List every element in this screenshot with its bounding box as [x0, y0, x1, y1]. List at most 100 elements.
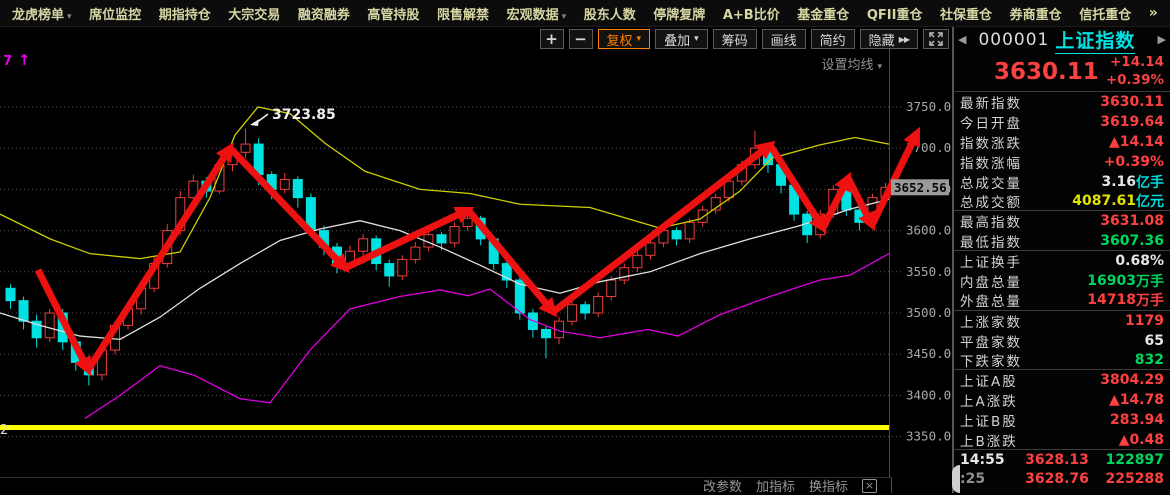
menu-item[interactable]: 高管持股 — [367, 4, 419, 23]
switch-indicator-button[interactable]: 换指标 — [809, 476, 848, 495]
overlay-button[interactable]: 叠加 ▾ — [655, 29, 708, 49]
ma-settings-button[interactable]: 设置均线 ▾ — [821, 54, 882, 73]
stat-row: 最高指数3631.08 — [954, 211, 1170, 231]
last-price: 3630.11 — [994, 59, 1099, 85]
stat-label: 最高指数 — [960, 211, 1022, 231]
menu-item[interactable]: A+B比价 — [723, 4, 780, 23]
stat-row: 最新指数3630.11 — [954, 92, 1170, 112]
svg-text:3652.56: 3652.56 — [894, 180, 947, 195]
chart-bottom-bar: 改参数 加指标 换指标 × — [0, 477, 891, 493]
tick-t: :25 — [960, 471, 1012, 487]
stat-row: 指数涨跌 ▲14.14 — [954, 132, 1170, 152]
prev-stock-arrow[interactable]: ◀ — [958, 33, 966, 46]
collapse-panel-tab[interactable] — [952, 465, 960, 493]
stat-row: 上证A股3804.29 — [954, 370, 1170, 390]
tick-v: 122897 — [1102, 452, 1164, 468]
menu-item[interactable]: 基金重仓 — [797, 4, 849, 23]
up-arrow-icon: ↑ — [18, 51, 31, 69]
hide-button[interactable]: 隐藏 ▶▶ — [860, 29, 918, 49]
svg-text:3350.00: 3350.00 — [906, 429, 952, 444]
stat-value: 3804.29 — [1100, 372, 1164, 388]
tick-p: 3628.13 — [1012, 452, 1102, 468]
fullscreen-button[interactable] — [923, 29, 949, 49]
menu-more-button[interactable]: » — [1149, 5, 1158, 21]
menu-item[interactable]: 限售解禁 — [437, 4, 489, 23]
price-change: +14.14 — [1110, 54, 1164, 72]
zoom-out-button[interactable]: − — [569, 29, 593, 49]
menu-item[interactable]: QFII重仓 — [867, 4, 923, 23]
quote-price-block: 3630.11 +14.14 +0.39% — [954, 52, 1170, 92]
svg-text:3600.00: 3600.00 — [906, 223, 952, 238]
stat-label: 指数涨跌 — [960, 132, 1022, 152]
ma-indicator-legend: 7↑ — [3, 51, 31, 69]
candlestick-chart[interactable]: 3750.003700.003650.003600.003550.003500.… — [0, 49, 952, 477]
stat-value: ▲14.14 — [1109, 134, 1164, 150]
tick-row: 14:553628.13122897 — [954, 450, 1170, 469]
stat-value: 1179 — [1125, 313, 1164, 329]
menu-item[interactable]: 期指持仓 — [159, 4, 211, 23]
stat-unit: 万手 — [1136, 271, 1164, 291]
draw-line-button[interactable]: 画线 — [762, 29, 806, 49]
main-area: + − 复权 ▾ 叠加 ▾ 筹码 画线 简约 隐藏 ▶▶ — [0, 27, 1170, 493]
menu-item[interactable]: 券商重仓 — [1010, 4, 1062, 23]
axis-line-extension — [891, 477, 892, 493]
chevron-down-icon: ▾ — [67, 12, 72, 22]
peak-annotation: 3723.85 — [272, 107, 336, 123]
tick-t: 14:55 — [960, 452, 1012, 468]
menu-item[interactable]: 信托重仓 — [1079, 4, 1131, 23]
chart-toolbar: + − 复权 ▾ 叠加 ▾ 筹码 画线 简约 隐藏 ▶▶ — [540, 29, 949, 49]
stat-label: 上涨家数 — [960, 311, 1022, 331]
adjust-price-label: 复权 — [607, 30, 633, 49]
stat-value: 4087.61 — [1072, 193, 1136, 209]
menu-item[interactable]: 社保重仓 — [940, 4, 992, 23]
stat-value: 3.16 — [1101, 174, 1136, 190]
svg-text:3550.00: 3550.00 — [906, 264, 952, 279]
stat-label: 总成交量 — [960, 172, 1022, 192]
menu-item[interactable]: 股东人数 — [584, 4, 636, 23]
stat-value: 16903 — [1087, 273, 1136, 289]
stat-label: 下跌家数 — [960, 350, 1022, 370]
menu-item[interactable]: 停牌复牌 — [653, 4, 705, 23]
menu-item[interactable]: 席位监控 — [89, 4, 141, 23]
stat-label: 上证B股 — [960, 410, 1018, 430]
ma-settings-label: 设置均线 — [821, 58, 873, 73]
stat-row: 上证换手0.68% — [954, 251, 1170, 271]
simple-mode-button[interactable]: 简约 — [811, 29, 855, 49]
tick-row: :253628.76225288 — [954, 469, 1170, 488]
change-params-button[interactable]: 改参数 — [703, 476, 742, 495]
stat-label: 平盘家数 — [960, 331, 1022, 351]
stat-label: 指数涨幅 — [960, 152, 1022, 172]
chevron-down-icon: ▾ — [877, 62, 882, 72]
stat-value: 283.94 — [1110, 412, 1164, 428]
chips-button[interactable]: 筹码 — [713, 29, 757, 49]
stat-value: 3607.36 — [1100, 233, 1164, 249]
stock-code: 000001 — [978, 30, 1049, 50]
hide-label: 隐藏 — [869, 30, 895, 49]
add-indicator-button[interactable]: 加指标 — [756, 476, 795, 495]
close-indicator-icon[interactable]: × — [862, 479, 877, 493]
adjust-price-button[interactable]: 复权 ▾ — [598, 29, 651, 49]
stat-row: 平盘家数65 — [954, 331, 1170, 351]
stock-name[interactable]: 上证指数 — [1055, 26, 1135, 54]
stat-row: 总成交额4087.61亿元 — [954, 191, 1170, 211]
stat-unit: 万手 — [1136, 290, 1164, 310]
stat-label: 上B涨跌 — [960, 430, 1018, 450]
menu-item[interactable]: 融资融券 — [298, 4, 350, 23]
stat-row: 外盘总量14718万手 — [954, 291, 1170, 311]
svg-text:3400.00: 3400.00 — [906, 387, 952, 402]
zoom-in-button[interactable]: + — [540, 29, 564, 49]
stat-unit: 亿手 — [1136, 172, 1164, 192]
menu-item[interactable]: 大宗交易 — [228, 4, 280, 23]
stats-list: 最新指数3630.11今日开盘3619.64指数涨跌▲14.14指数涨幅+0.3… — [954, 92, 1170, 450]
quote-header: ◀ 000001 上证指数 ▶ — [954, 27, 1170, 52]
tick-p: 3628.76 — [1012, 471, 1102, 487]
stat-value: 832 — [1135, 352, 1164, 368]
next-stock-arrow[interactable]: ▶ — [1158, 33, 1166, 46]
menu-item[interactable]: 宏观数据▾ — [507, 4, 567, 23]
overlay-label: 叠加 — [664, 30, 690, 49]
chart-region: + − 复权 ▾ 叠加 ▾ 筹码 画线 简约 隐藏 ▶▶ — [0, 27, 952, 493]
candles-layer — [6, 129, 890, 386]
menu-item[interactable]: 龙虎榜单▾ — [12, 4, 72, 23]
stat-value: ▲14.78 — [1109, 392, 1164, 408]
stat-row: 指数涨幅+0.39% — [954, 152, 1170, 172]
